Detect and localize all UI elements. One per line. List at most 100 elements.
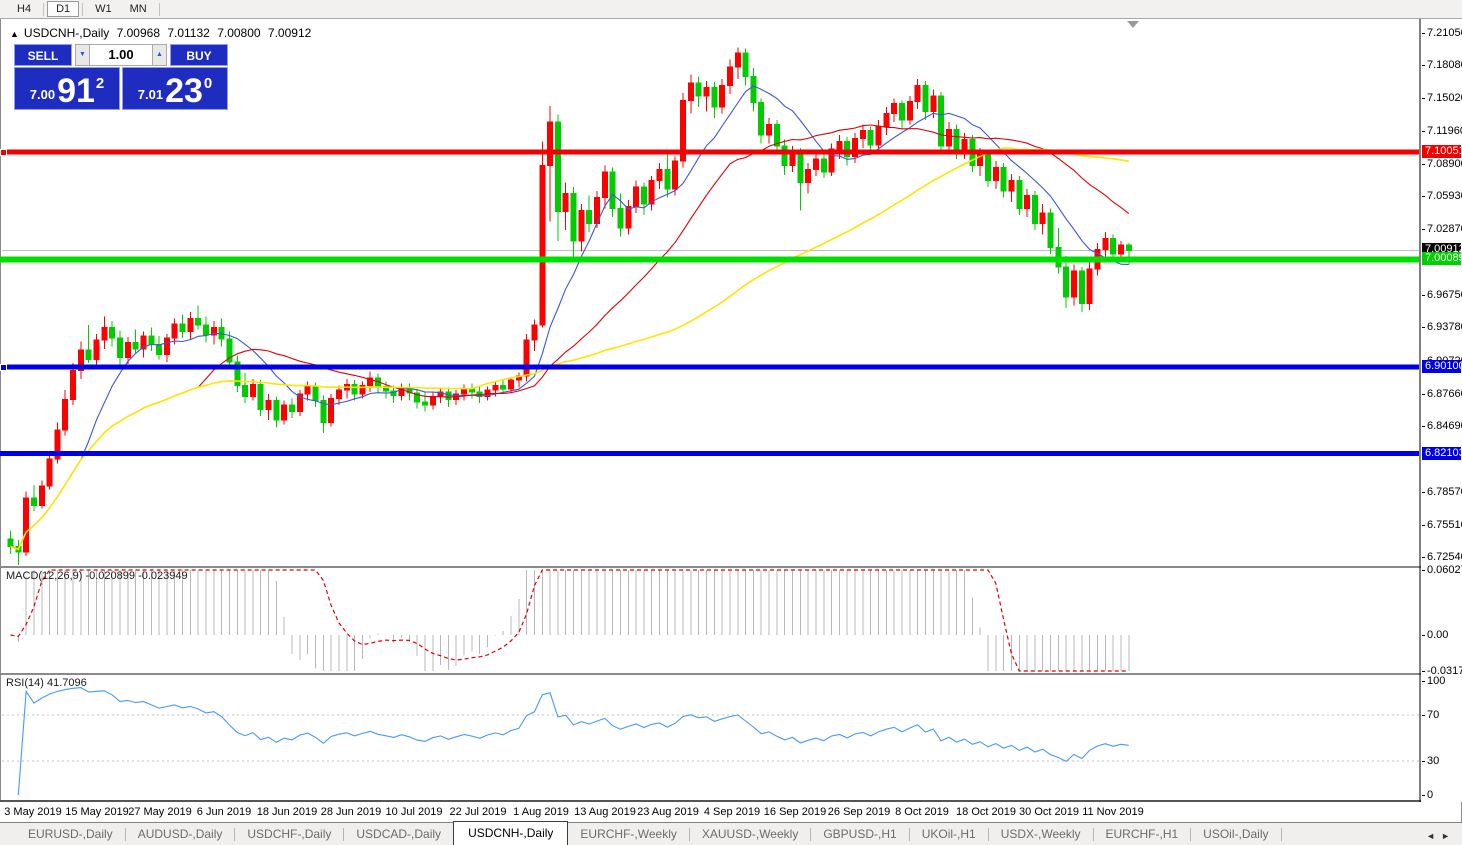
candle <box>110 321 115 347</box>
tab-scroll-right-icon[interactable]: ► <box>1441 831 1456 841</box>
candle <box>63 390 68 435</box>
candle-body <box>767 124 772 135</box>
price-tick-label: 7.02870 <box>1427 224 1462 235</box>
timeframe-button-w1[interactable]: W1 <box>86 1 121 17</box>
candle <box>8 530 13 554</box>
candle-body <box>939 96 944 146</box>
date-tick-label: 22 Jul 2019 <box>450 806 507 818</box>
candle-body <box>204 325 209 335</box>
chart-tab-ukoil-h1[interactable]: UKOil-,H1 <box>910 824 988 845</box>
timeframe-button-d1[interactable]: D1 <box>47 1 79 17</box>
candle <box>1009 174 1014 202</box>
toolbar-separator <box>43 3 44 16</box>
price-line-badge[interactable]: 6.90100 <box>1422 360 1461 373</box>
rsi-tick-label: 30 <box>1427 756 1439 767</box>
candle-body <box>618 208 623 227</box>
candle-body <box>274 401 279 420</box>
chart-tab-usdcad-daily[interactable]: USDCAD-,Daily <box>344 824 453 845</box>
one-click-trade-panel: SELL ▼ 1.00 ▲ BUY 7.00 91 2 7.01 23 0 <box>14 44 228 110</box>
price-tick-label: 6.84690 <box>1427 421 1462 432</box>
candle <box>782 139 787 175</box>
price-line-badge[interactable]: 7.00089 <box>1422 252 1461 265</box>
candle-body <box>47 459 52 486</box>
candle-body <box>892 104 897 114</box>
candle <box>1064 256 1069 308</box>
price-axis[interactable]: 7.210507.180807.150207.119607.089007.059… <box>1421 18 1462 802</box>
hline-handle-support[interactable] <box>0 364 7 371</box>
chart-title: ▲USDCNH-,Daily 7.00968 7.01132 7.00800 7… <box>10 26 315 40</box>
candle <box>813 152 818 176</box>
chart-tab-eurchf-h1[interactable]: EURCHF-,H1 <box>1094 824 1191 845</box>
panel-borders-layer <box>0 18 1421 802</box>
date-tick-label: 4 Sep 2019 <box>704 806 760 818</box>
candle <box>24 491 29 556</box>
candle-body <box>782 146 787 165</box>
chart-shift-marker-icon[interactable] <box>1127 21 1139 28</box>
candle-body <box>1017 180 1022 208</box>
candle <box>1079 267 1084 312</box>
candle <box>743 49 748 86</box>
hline-handle-resistance[interactable] <box>0 149 7 156</box>
candle <box>47 453 52 490</box>
price-line-badge[interactable]: 7.10051 <box>1422 145 1461 158</box>
sell-price-display[interactable]: 7.00 91 2 <box>14 67 120 110</box>
tab-scroll-buttons: ◄► <box>1426 831 1456 841</box>
candle <box>1017 176 1022 215</box>
volume-increment-button[interactable]: ▲ <box>152 44 167 66</box>
macd-tick-label: 0.00 <box>1427 630 1448 641</box>
candle <box>767 118 772 144</box>
macd-panel-layer <box>11 570 1129 671</box>
tab-scroll-left-icon[interactable]: ◄ <box>1426 831 1441 841</box>
chart-tab-xauusd-weekly[interactable]: XAUUSD-,Weekly <box>690 824 810 845</box>
candle-body <box>813 159 818 170</box>
candle <box>915 79 920 109</box>
candle <box>837 135 842 159</box>
ohlc-open: 7.00968 <box>117 26 160 40</box>
date-axis[interactable]: 3 May 201915 May 201927 May 20196 Jun 20… <box>0 802 1421 822</box>
volume-input[interactable]: 1.00 <box>90 44 152 66</box>
horizontal-lines-layer[interactable] <box>0 152 1419 454</box>
chart-tab-eurusd-daily[interactable]: EURUSD-,Daily <box>16 824 125 845</box>
candle-body <box>149 336 154 345</box>
price-chart-plot[interactable] <box>0 18 1421 802</box>
chart-tab-audusd-daily[interactable]: AUDUSD-,Daily <box>126 824 235 845</box>
candle <box>829 144 834 176</box>
buy-button[interactable]: BUY <box>170 44 228 66</box>
candle <box>806 163 811 193</box>
buy-price-display[interactable]: 7.01 23 0 <box>122 67 228 110</box>
candle-body <box>923 85 928 111</box>
candle-body <box>71 370 76 399</box>
chart-tab-usdchf-daily[interactable]: USDCHF-,Daily <box>235 824 343 845</box>
candle-body <box>532 325 537 340</box>
chart-tab-usoil-daily[interactable]: USOil-,Daily <box>1191 824 1280 845</box>
candle-body <box>602 172 607 198</box>
candle-body <box>1103 239 1108 250</box>
candle-body <box>727 67 732 85</box>
rsi-indicator-label: RSI(14) 41.7096 <box>6 677 87 689</box>
timeframe-button-mn[interactable]: MN <box>121 1 156 17</box>
chart-tab-gbpusd-h1[interactable]: GBPUSD-,H1 <box>811 824 908 845</box>
timeframe-button-h4[interactable]: H4 <box>8 1 40 17</box>
candle-body <box>1126 245 1131 250</box>
candle-body <box>915 85 920 101</box>
chart-tab-usdcnh-daily[interactable]: USDCNH-,Daily <box>453 821 568 845</box>
price-tick-label: 6.96750 <box>1427 290 1462 301</box>
candle <box>78 341 83 379</box>
candle <box>681 93 686 168</box>
collapse-panel-icon[interactable]: ▲ <box>10 29 19 39</box>
rsi-line <box>18 688 1128 795</box>
candle-body <box>305 387 310 395</box>
candle-body <box>986 154 991 180</box>
sell-price-sup: 2 <box>96 75 104 92</box>
candle-body <box>1087 269 1092 304</box>
candle <box>884 107 889 135</box>
candle-body <box>164 338 169 354</box>
price-line-badge[interactable]: 6.82103 <box>1422 447 1461 460</box>
chart-tab-usdx-weekly[interactable]: USDX-,Weekly <box>989 824 1093 845</box>
volume-decrement-button[interactable]: ▼ <box>75 44 90 66</box>
rsi-panel-layer <box>2 688 1419 795</box>
date-tick-label: 11 Nov 2019 <box>1082 806 1144 818</box>
chart-tab-eurchf-weekly[interactable]: EURCHF-,Weekly <box>568 824 688 845</box>
sell-button[interactable]: SELL <box>14 44 72 66</box>
candle <box>219 319 224 347</box>
